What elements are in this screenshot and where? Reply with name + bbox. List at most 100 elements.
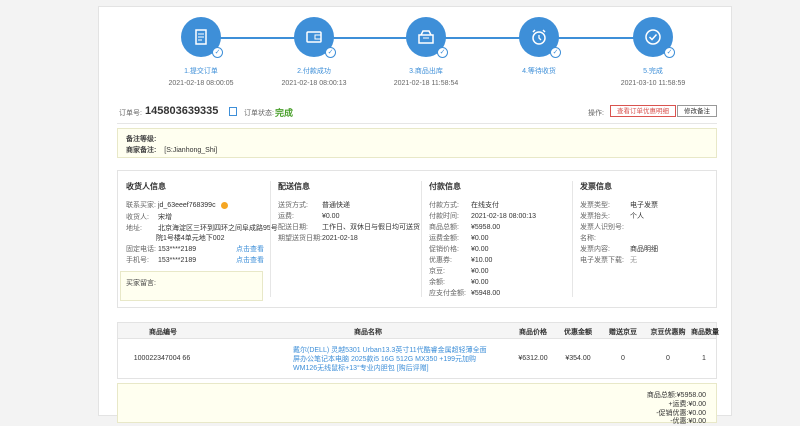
wallet-icon: ✓ xyxy=(294,17,336,58)
delivery-freight-row: 运费: ¥0.00 xyxy=(278,211,339,221)
buyer-message-label: 买家留言: xyxy=(126,280,156,287)
delivery-title: 配送信息 xyxy=(278,182,310,191)
col-name: 商品名称 xyxy=(354,329,382,336)
merchant-remark-label: 商家备注: xyxy=(126,147,157,154)
invoice-head: 个人 xyxy=(630,213,644,220)
payment-balance: ¥0.00 xyxy=(471,279,489,286)
check-icon: ✓ xyxy=(325,47,336,58)
order-status-label: 订单状态: xyxy=(244,110,274,117)
receiver-address-line2: 院1号楼4单元地下002 xyxy=(156,235,225,242)
delivery-expect-label: 期望送货日期: xyxy=(278,235,322,242)
view-discount-details-button[interactable]: 查看订单优惠明细 xyxy=(610,105,676,117)
delivery-method-row: 送货方式: 普通快递 xyxy=(278,200,350,210)
check-icon: ✓ xyxy=(664,47,675,58)
payment-coupon: ¥10.00 xyxy=(471,257,493,264)
goods-name-link[interactable]: 戴尔(DELL) 灵越5301 Urban13.3英寸11代酷睿金属超轻薄全面屏… xyxy=(293,346,493,373)
receiver-title: 收货人信息 xyxy=(126,182,166,191)
operations-label: 操作: xyxy=(588,110,604,117)
invoice-head-row: 发票抬头: 个人 xyxy=(580,211,644,221)
col-discount: 优惠金额 xyxy=(564,329,592,336)
invoice-type-label: 发票类型: xyxy=(580,202,610,209)
order-info-panel: 收货人信息 联系买家: jd_63eeef768399c 收货人: 宋增 地址:… xyxy=(117,170,717,308)
invoice-company-label: 名称: xyxy=(580,235,596,242)
step-label: 1.提交订单 xyxy=(184,68,218,75)
payment-due-row: 应支付金额: ¥5948.00 xyxy=(429,288,500,298)
payment-beans-row: 京豆: ¥0.00 xyxy=(429,266,489,276)
check-icon: ✓ xyxy=(550,47,561,58)
delivery-expect-row: 期望送货日期: 2021-02-18 xyxy=(278,233,358,243)
invoice-taxid-label: 发票人识别号: xyxy=(580,224,624,231)
delivery-freight: ¥0.00 xyxy=(321,213,340,220)
receiver-address-label: 地址: xyxy=(126,225,142,232)
order-number: 145803639335 xyxy=(145,105,219,117)
price-summary: 商品总额:¥5958.00 +运费:¥0.00 -促销优惠:¥0.00 -优惠:… xyxy=(117,383,717,425)
payment-method: 在线支付 xyxy=(471,202,499,209)
merchant-remark-value: [S:Jianhong_Shi] xyxy=(164,147,218,154)
step-label: 2.付款成功 xyxy=(297,68,331,75)
receiver-name-row: 收货人: 宋增 xyxy=(126,212,172,222)
payment-method-label: 付款方式: xyxy=(429,202,459,209)
order-number-label: 订单号: xyxy=(119,110,142,117)
goods-sku: 100022347004 66 xyxy=(133,355,191,362)
receiver-address-line1: 北京海淀区三环到四环之间阜成路95号 xyxy=(157,225,278,232)
receiver-name: 宋增 xyxy=(157,214,172,221)
step-time: 2021-02-18 08:00:05 xyxy=(168,80,234,87)
receiver-info: 收货人信息 联系买家: jd_63eeef768399c 收货人: 宋增 地址:… xyxy=(118,171,278,307)
order-header: 订单号: 145803639335 订单状态: 完成 操作: 查看订单优惠明细 … xyxy=(117,101,717,124)
payment-due-label: 应支付金额: xyxy=(429,290,466,297)
col-price: 商品价格 xyxy=(519,329,547,336)
delivery-freight-label: 运费: xyxy=(278,213,294,220)
invoice-info: 发票信息 发票类型: 电子发票 发票抬头: 个人 发票人识别号: 名称: 发票内容:… xyxy=(572,171,716,307)
step-submit: ✓ 1.提交订单 2021-02-18 08:00:05 xyxy=(151,17,251,87)
payment-time: 2021-02-18 08:00:13 xyxy=(471,213,536,220)
copy-icon[interactable] xyxy=(229,107,237,116)
payment-time-row: 付款时间: 2021-02-18 08:00:13 xyxy=(429,211,536,221)
receiver-address-row2: 院1号楼4单元地下002 xyxy=(156,233,224,243)
receiver-phone: 153****2189 xyxy=(157,246,197,253)
check-circle-icon: ✓ xyxy=(633,17,675,58)
check-icon: ✓ xyxy=(437,47,448,58)
step-time: 2021-02-18 11:58:54 xyxy=(393,80,459,87)
invoice-taxid-row: 发票人识别号: xyxy=(580,222,630,232)
delivery-date: 工作日、双休日与假日均可送货 xyxy=(321,224,420,231)
jd-badge-icon[interactable] xyxy=(220,201,228,209)
view-mobile-link[interactable]: 点击查看 xyxy=(236,255,264,265)
invoice-title: 发票信息 xyxy=(580,182,612,191)
edit-remark-button[interactable]: 修改备注 xyxy=(677,105,717,117)
goods-table: 商品编号 商品名称 商品价格 优惠金额 赠送京豆 京豆优惠购 商品数量 1000… xyxy=(117,322,719,379)
payment-promo-row: 促销价格: ¥0.00 xyxy=(429,244,489,254)
payment-promo-label: 促销价格: xyxy=(429,246,459,253)
goods-beans-buy: 0 xyxy=(666,355,670,362)
invoice-head-label: 发票抬头: xyxy=(580,213,610,220)
receiver-address-row: 地址: 北京海淀区三环到四环之间阜成路95号 xyxy=(126,223,278,233)
delivery-method: 普通快递 xyxy=(321,202,350,209)
receiver-phone-label: 固定电话: xyxy=(126,246,156,253)
receiver-mobile-row: 手机号: 153****2189 点击查看 xyxy=(126,255,266,265)
view-phone-link[interactable]: 点击查看 xyxy=(236,244,264,254)
payment-time-label: 付款时间: xyxy=(429,213,459,220)
goods-beans: 0 xyxy=(621,355,625,362)
receiver-mobile-label: 手机号: xyxy=(126,257,149,264)
order-progress: ✓ 1.提交订单 2021-02-18 08:00:05 ✓ 2.付款成功 20… xyxy=(99,7,733,97)
invoice-type: 电子发票 xyxy=(630,202,658,209)
clock-icon: ✓ xyxy=(519,17,561,58)
invoice-type-row: 发票类型: 电子发票 xyxy=(580,200,658,210)
invoice-download: 无 xyxy=(630,257,637,264)
step-label: 4.等待收货 xyxy=(522,68,556,75)
goods-discount: ¥354.00 xyxy=(565,355,591,362)
receiver-account-row: 联系买家: jd_63eeef768399c xyxy=(126,200,228,210)
invoice-content: 商品明细 xyxy=(630,246,658,253)
receiver-account: jd_63eeef768399c xyxy=(157,202,216,209)
invoice-download-row: 电子发票下载: 无 xyxy=(580,255,637,265)
receiver-account-label: 联系买家: xyxy=(126,202,156,209)
buyer-message-box: 买家留言: xyxy=(120,271,263,301)
summary-more: -优惠:¥0.00 xyxy=(670,418,706,425)
step-receiving: ✓ 4.等待收货 xyxy=(489,17,589,80)
remark-level-label: 备注等级: xyxy=(126,136,157,143)
receiver-name-label: 收货人: xyxy=(126,214,149,221)
payment-beans: ¥0.00 xyxy=(471,268,489,275)
box-icon: ✓ xyxy=(406,17,448,58)
goods-table-header: 商品编号 商品名称 商品价格 优惠金额 赠送京豆 京豆优惠购 商品数量 xyxy=(118,323,719,339)
remark-box: 备注等级: 商家备注: [S:Jianhong_Shi] xyxy=(117,128,717,158)
delivery-info: 配送信息 送货方式: 普通快递 运费: ¥0.00 配送日期: 工作日、双休日与… xyxy=(270,171,420,307)
